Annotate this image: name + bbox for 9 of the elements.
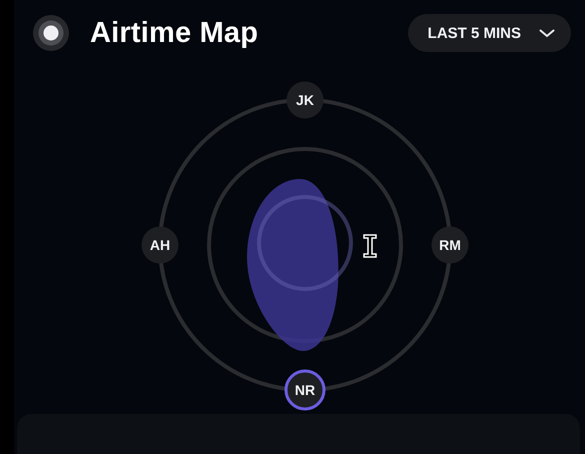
panel-title: Airtime Map xyxy=(90,16,260,50)
text-cursor-icon xyxy=(363,234,377,258)
time-range-dropdown[interactable]: LAST 5 MINS xyxy=(408,14,571,52)
record-icon xyxy=(33,15,69,51)
chevron-down-icon xyxy=(539,28,555,38)
participant-node[interactable]: RM xyxy=(432,226,468,264)
participant-node[interactable]: JK xyxy=(286,82,324,118)
participant-node[interactable]: NR xyxy=(284,370,326,410)
participant-node[interactable]: AH xyxy=(142,226,178,264)
